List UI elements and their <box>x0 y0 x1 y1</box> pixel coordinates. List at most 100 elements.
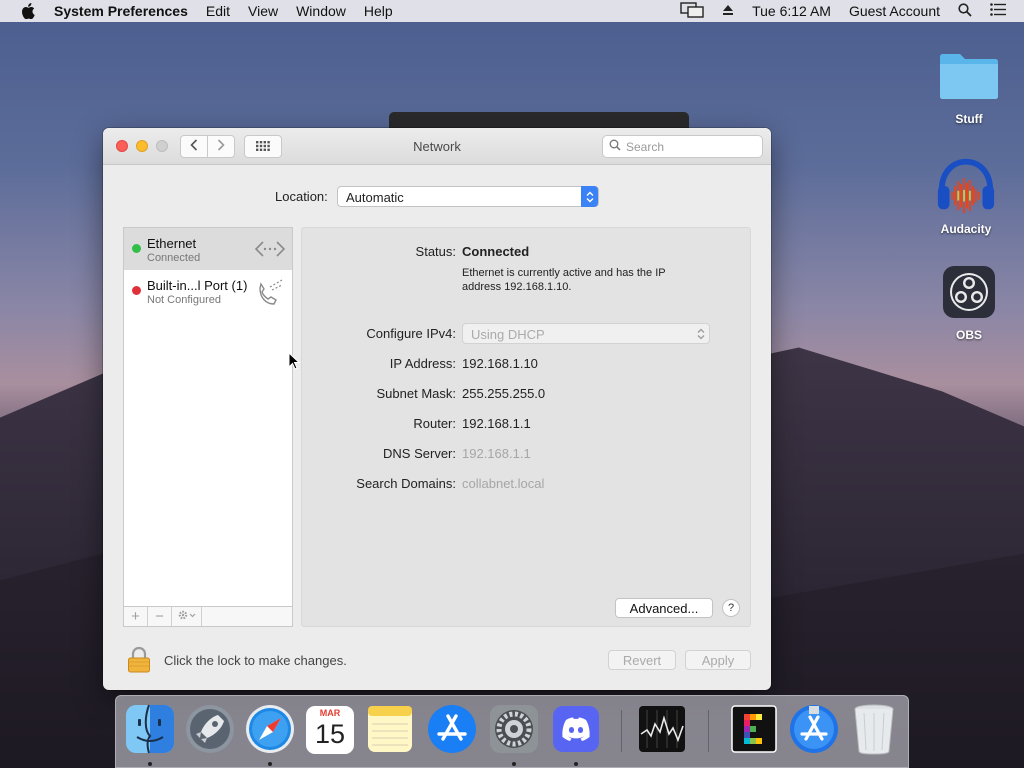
menu-view[interactable]: View <box>248 3 278 19</box>
updown-arrows-icon <box>692 323 709 344</box>
location-select[interactable]: Automatic <box>337 186 599 207</box>
dock-separator <box>708 710 709 752</box>
updown-arrows-icon <box>581 186 598 207</box>
menu-bar: System Preferences Edit View Window Help… <box>0 0 1024 22</box>
notes-icon <box>366 704 414 757</box>
dock-trash[interactable] <box>848 704 900 756</box>
window-titlebar: Network <box>103 128 771 165</box>
menu-window[interactable]: Window <box>296 3 346 19</box>
add-service-button[interactable]: + <box>124 607 148 626</box>
menu-edit[interactable]: Edit <box>206 3 230 19</box>
network-window: Network Location: Automatic Ethernet Con… <box>103 128 771 690</box>
mouse-cursor-icon <box>288 351 301 370</box>
eject-icon[interactable] <box>722 3 734 19</box>
trash-icon <box>852 703 896 758</box>
dock-app-store[interactable] <box>426 704 478 756</box>
help-button[interactable]: ? <box>722 599 740 617</box>
desktop-icon-obs[interactable]: OBS <box>924 260 1014 342</box>
menu-clock[interactable]: Tue 6:12 AM <box>752 3 831 19</box>
service-name: Built-in...l Port (1) <box>147 278 248 293</box>
window-footer: Click the lock to make changes. Revert A… <box>103 644 771 678</box>
running-indicator <box>148 762 152 766</box>
desktop-icon-label: Audacity <box>940 222 992 236</box>
router-label: Router: <box>413 416 456 431</box>
apple-menu-icon[interactable] <box>18 1 38 21</box>
search-domains-label: Search Domains: <box>356 476 456 491</box>
advanced-button[interactable]: Advanced... <box>615 598 713 618</box>
menu-help[interactable]: Help <box>364 3 393 19</box>
dock-emacs[interactable] <box>728 704 780 756</box>
service-status: Connected <box>147 252 201 264</box>
search-domains-value: collabnet.local <box>462 476 545 491</box>
service-list: Ethernet Connected Built-in...l Port (1)… <box>123 227 293 626</box>
service-toolbar: + − <box>123 606 293 627</box>
dns-server-label: DNS Server: <box>383 446 456 461</box>
discord-icon <box>552 705 600 756</box>
display-mirroring-icon[interactable] <box>680 1 704 21</box>
search-icon <box>609 139 621 154</box>
dock-separator <box>621 710 622 752</box>
remove-service-button[interactable]: − <box>148 607 172 626</box>
service-item-ethernet[interactable]: Ethernet Connected <box>124 228 292 270</box>
dock-launchpad[interactable] <box>184 704 236 756</box>
lock-icon[interactable] <box>127 646 151 674</box>
configure-ipv4-value: Using DHCP <box>471 327 545 342</box>
ip-address-value: 192.168.1.10 <box>462 356 538 371</box>
search-input[interactable] <box>626 139 756 154</box>
calendar-month: MAR <box>319 708 341 718</box>
desktop-icon-audacity[interactable]: Audacity <box>921 154 1011 236</box>
service-item-builtin-port[interactable]: Built-in...l Port (1) Not Configured <box>124 270 292 312</box>
location-label: Location: <box>275 189 328 204</box>
revert-button: Revert <box>608 650 676 670</box>
safari-compass-icon <box>245 704 295 757</box>
service-actions-button[interactable] <box>172 607 202 626</box>
configure-ipv4-label: Configure IPv4: <box>366 326 456 341</box>
finder-icon <box>125 704 175 757</box>
dock-calendar[interactable]: MAR 15 <box>304 704 356 756</box>
dock-stocks[interactable] <box>636 704 688 756</box>
status-description: Ethernet is currently active and has the… <box>462 267 666 293</box>
app-store-icon <box>427 704 477 757</box>
location-value: Automatic <box>346 190 404 205</box>
running-indicator <box>512 762 516 766</box>
apply-button: Apply <box>685 650 751 670</box>
ethernet-arrows-icon <box>254 236 286 262</box>
router-value: 192.168.1.1 <box>462 416 531 431</box>
menu-app-name[interactable]: System Preferences <box>54 3 188 19</box>
status-value: Connected <box>462 244 530 259</box>
configure-ipv4-select: Using DHCP <box>462 323 710 344</box>
stocks-chart-icon <box>637 704 687 757</box>
desktop-icon-stuff[interactable]: Stuff <box>924 44 1014 126</box>
location-row: Location: Automatic <box>103 186 771 208</box>
notification-center-icon[interactable] <box>990 3 1006 19</box>
subnet-mask-label: Subnet Mask: <box>376 386 457 401</box>
emacs-icon <box>730 704 778 757</box>
running-indicator <box>268 762 272 766</box>
gear-icon <box>489 704 539 757</box>
dns-server-value: 192.168.1.1 <box>462 446 531 461</box>
dock: MAR 15 <box>115 695 909 768</box>
calendar-day: 15 <box>314 719 346 749</box>
service-status: Not Configured <box>147 294 221 306</box>
lock-message: Click the lock to make changes. <box>164 653 347 668</box>
phone-modem-icon <box>254 278 286 305</box>
subnet-mask-value: 255.255.255.0 <box>462 386 546 401</box>
audacity-icon <box>934 154 998 218</box>
running-indicator <box>574 762 578 766</box>
spotlight-search-icon[interactable] <box>958 2 972 20</box>
xcode-icon <box>789 704 839 757</box>
status-label: Status: <box>415 244 456 259</box>
dock-notes[interactable] <box>364 704 416 756</box>
menu-user[interactable]: Guest Account <box>849 3 940 19</box>
dock-safari[interactable] <box>244 704 296 756</box>
desktop-icon-label: OBS <box>955 328 982 342</box>
search-field[interactable] <box>602 135 763 158</box>
dock-finder[interactable] <box>124 704 176 756</box>
dock-system-preferences[interactable] <box>488 704 540 756</box>
dock-discord[interactable] <box>550 704 602 756</box>
obs-icon <box>937 260 1001 324</box>
service-detail-panel: Status: Connected Ethernet is currently … <box>301 227 751 627</box>
desktop-icon-label: Stuff <box>955 112 983 126</box>
folder-icon <box>937 44 1001 108</box>
dock-xcode[interactable] <box>788 704 840 756</box>
